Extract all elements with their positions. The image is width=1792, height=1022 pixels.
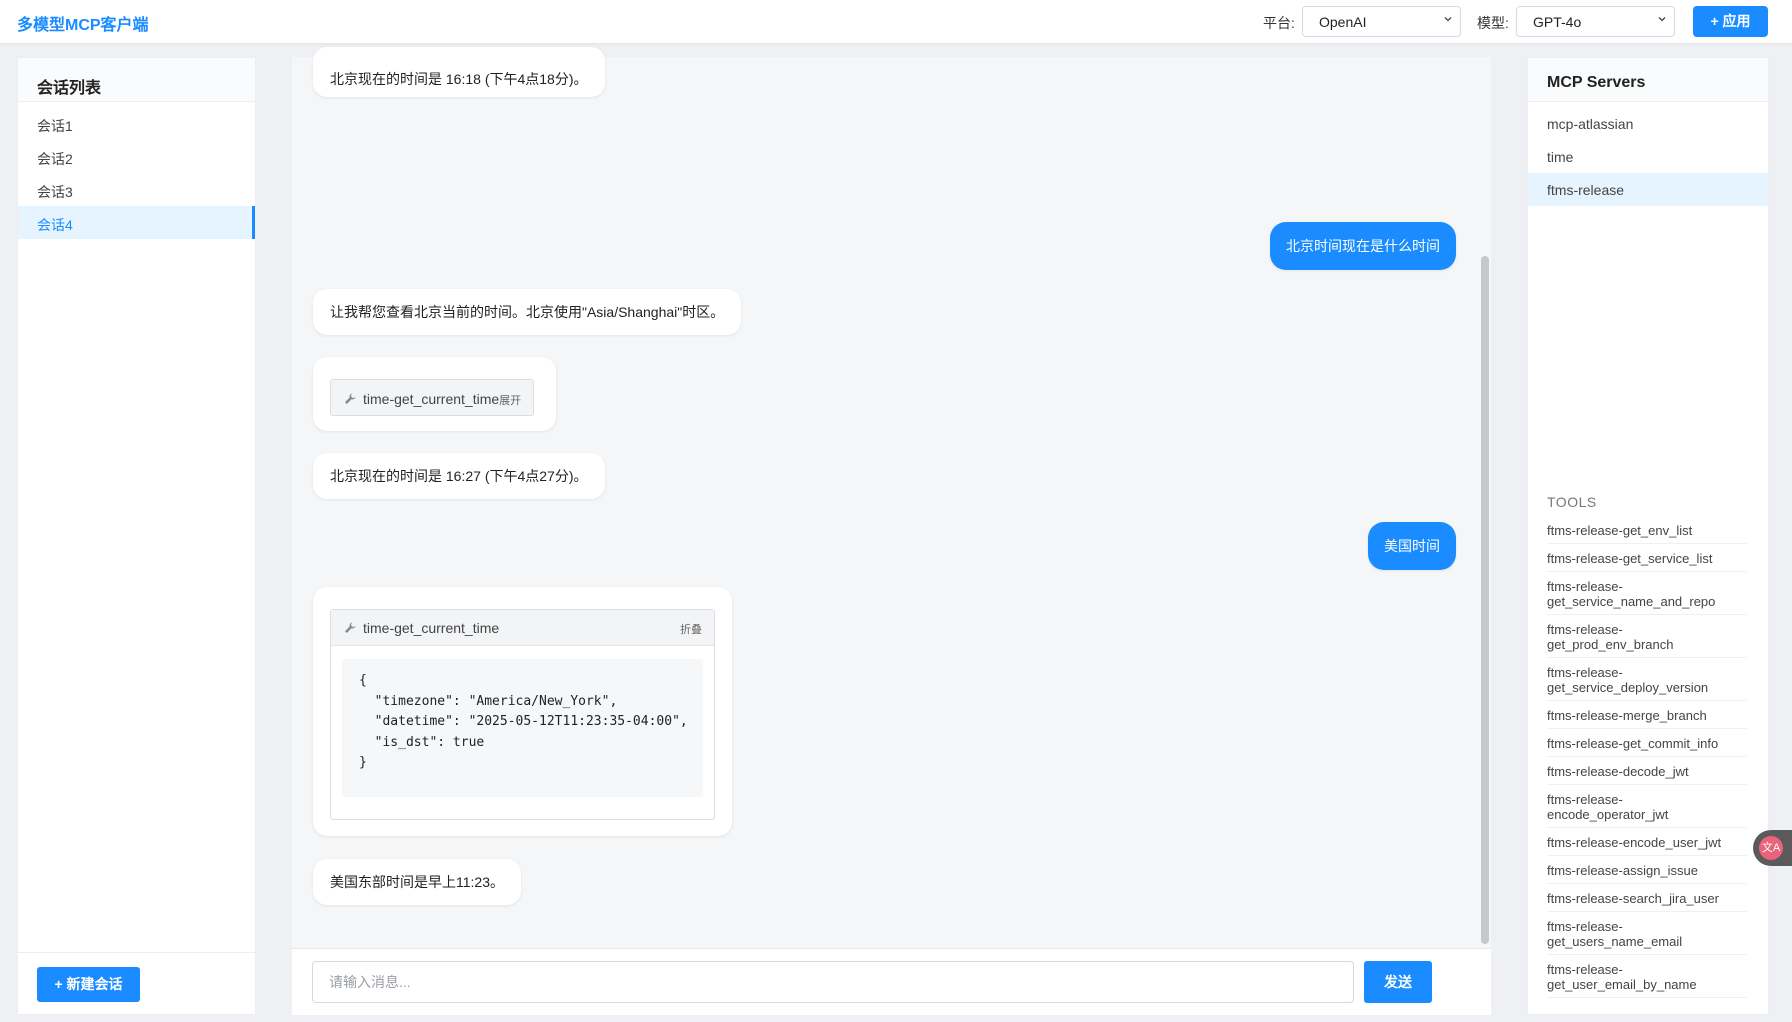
assistant-message: 北京现在的时间是 16:27 (下午4点27分)。 xyxy=(313,453,605,499)
mcp-servers-title: MCP Servers xyxy=(1528,58,1768,102)
tool-call-message: time-get_current_time 折叠 { "timezone": "… xyxy=(313,587,732,836)
mcp-servers-panel: MCP Servers mcp-atlassian time ftms-rele… xyxy=(1527,57,1769,1015)
message-input[interactable] xyxy=(312,961,1354,1003)
model-label: 模型: xyxy=(1477,15,1509,31)
message-text: 让我帮您查看北京当前的时间。北京使用"Asia/Shanghai"时区。 xyxy=(330,304,725,320)
model-select[interactable]: GPT-4o xyxy=(1516,6,1675,37)
expand-toggle[interactable]: 展开 xyxy=(499,395,521,407)
send-button[interactable]: 发送 xyxy=(1364,961,1432,1003)
tool-item[interactable]: ftms-release-encode_user_jwt xyxy=(1547,833,1747,856)
tool-item[interactable]: ftms-release-get_service_list xyxy=(1547,549,1747,572)
chevron-down-icon xyxy=(1444,17,1452,22)
collapse-toggle[interactable]: 折叠 xyxy=(680,621,702,637)
wrench-icon xyxy=(345,393,356,404)
tools-list: ftms-release-get_env_list ftms-release-g… xyxy=(1547,521,1747,1003)
tool-item[interactable]: ftms-release-get_service_deploy_version xyxy=(1547,663,1747,701)
translate-icon: 文A xyxy=(1759,836,1783,860)
tool-item[interactable]: ftms-release-search_jira_user xyxy=(1547,889,1747,912)
tool-item[interactable]: ftms-release-get_commit_info xyxy=(1547,734,1747,757)
tool-call-header[interactable]: time-get_current_time 折叠 xyxy=(331,610,714,646)
tool-name: time-get_current_time xyxy=(363,620,500,636)
app-title: 多模型MCP客户端 xyxy=(17,17,149,34)
conversation-item[interactable]: 会话2 xyxy=(18,140,255,173)
server-item[interactable]: time xyxy=(1528,140,1768,173)
tool-name: time-get_current_time xyxy=(363,391,500,407)
conversation-item[interactable]: 会话3 xyxy=(18,173,255,206)
assistant-message: 北京现在的时间是 16:18 (下午4点18分)。 xyxy=(313,47,605,97)
assistant-message: 让我帮您查看北京当前的时间。北京使用"Asia/Shanghai"时区。 xyxy=(313,289,742,335)
platform-select-value: OpenAI xyxy=(1319,14,1367,30)
message-composer: 发送 xyxy=(292,948,1491,1015)
chevron-down-icon xyxy=(1658,17,1666,22)
server-item-active[interactable]: ftms-release xyxy=(1528,173,1768,206)
assistant-message: 美国东部时间是早上11:23。 xyxy=(313,859,521,905)
user-message: 北京时间现在是什么时间 xyxy=(1270,222,1456,270)
tool-call-expanded: time-get_current_time 折叠 { "timezone": "… xyxy=(330,609,715,820)
tool-call-collapsed[interactable]: time-get_current_time展开 xyxy=(330,379,535,416)
conversation-item-active[interactable]: 会话4 xyxy=(18,206,255,239)
top-bar: 多模型MCP客户端 平台: OpenAI 模型: GPT-4o + 应用 xyxy=(0,0,1792,44)
tool-item[interactable]: ftms-release-get_prod_env_branch xyxy=(1547,620,1747,658)
new-conversation-button[interactable]: + 新建会话 xyxy=(37,967,140,1002)
platform-label: 平台: xyxy=(1263,15,1295,31)
tool-item[interactable]: ftms-release-get_users_name_email xyxy=(1547,917,1747,955)
tool-output-code: { "timezone": "America/New_York", "datet… xyxy=(342,659,703,797)
chat-scrollbar-thumb[interactable] xyxy=(1481,256,1489,944)
tool-item[interactable]: ftms-release-get_env_list xyxy=(1547,521,1747,544)
tool-item[interactable]: ftms-release-decode_jwt xyxy=(1547,762,1747,785)
message-text: 美国东部时间是早上11:23。 xyxy=(330,874,504,890)
tools-section-title: TOOLS xyxy=(1547,494,1597,510)
tool-item[interactable]: ftms-release-get_user_email_by_name xyxy=(1547,960,1747,998)
model-select-value: GPT-4o xyxy=(1533,14,1582,30)
conversation-sidebar: 会话列表 会话1 会话2 会话3 会话4 + 新建会话 xyxy=(17,57,256,1015)
message-text: 北京现在的时间是 16:27 (下午4点27分)。 xyxy=(330,468,588,484)
tool-item[interactable]: ftms-release-encode_operator_jwt xyxy=(1547,790,1747,828)
chat-messages[interactable]: 北京现在的时间是 16:18 (下午4点18分)。 北京时间现在是什么时间 让我… xyxy=(292,47,1491,1015)
server-item[interactable]: mcp-atlassian xyxy=(1528,107,1768,140)
message-text: 美国时间 xyxy=(1384,538,1440,554)
tool-call-message: time-get_current_time展开 xyxy=(313,357,556,431)
tool-item[interactable]: ftms-release-get_service_name_and_repo xyxy=(1547,577,1747,615)
floating-widget[interactable]: 文A xyxy=(1753,830,1792,866)
conversation-list-title: 会话列表 xyxy=(18,58,255,102)
platform-select[interactable]: OpenAI xyxy=(1302,6,1461,37)
sidebar-footer: + 新建会话 xyxy=(18,952,255,1014)
tool-item[interactable]: ftms-release-assign_issue xyxy=(1547,861,1747,884)
user-message: 美国时间 xyxy=(1368,522,1456,570)
conversation-item[interactable]: 会话1 xyxy=(18,107,255,140)
wrench-icon xyxy=(345,622,356,633)
message-text: 北京时间现在是什么时间 xyxy=(1286,238,1440,254)
message-text: 北京现在的时间是 16:18 (下午4点18分)。 xyxy=(330,71,588,87)
tool-item[interactable]: ftms-release-merge_branch xyxy=(1547,706,1747,729)
apply-button[interactable]: + 应用 xyxy=(1693,6,1768,37)
